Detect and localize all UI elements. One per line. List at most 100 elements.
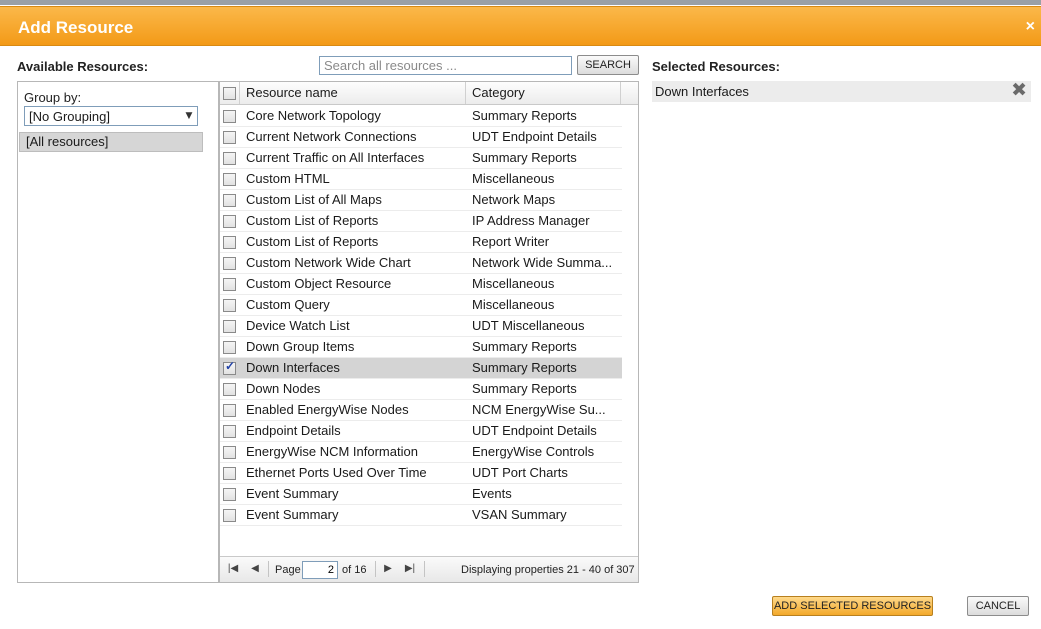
row-checkbox-cell: [223, 211, 240, 232]
pager-divider: [268, 561, 269, 577]
page-count: of 16: [342, 564, 367, 576]
add-selected-resources-button[interactable]: ADD SELECTED RESOURCES: [772, 596, 933, 616]
row-checkbox[interactable]: [223, 360, 236, 376]
row-checkbox[interactable]: [223, 383, 236, 397]
table-row[interactable]: Custom List of All Maps Network Maps: [220, 190, 622, 211]
remove-icon[interactable]: ✖: [1011, 79, 1027, 101]
row-checkbox[interactable]: [223, 236, 236, 250]
row-checkbox[interactable]: [223, 341, 236, 355]
resource-name-cell: Custom List of Reports: [246, 213, 379, 228]
table-row[interactable]: Device Watch List UDT Miscellaneous: [220, 316, 622, 337]
category-cell: VSAN Summary: [472, 507, 567, 522]
resource-name-cell: Custom Query: [246, 297, 330, 312]
select-all-checkbox[interactable]: [223, 87, 236, 101]
row-checkbox[interactable]: [223, 173, 236, 187]
row-checkbox[interactable]: [223, 446, 236, 460]
close-icon[interactable]: ×: [1026, 18, 1035, 36]
group-item-all-resources[interactable]: [All resources]: [19, 132, 203, 152]
table-row[interactable]: EnergyWise NCM Information EnergyWise Con…: [220, 442, 622, 463]
prev-page-icon[interactable]: ◀: [248, 562, 262, 576]
row-checkbox[interactable]: [223, 152, 236, 166]
table-row[interactable]: Custom List of Reports IP Address Manager: [220, 211, 622, 232]
row-checkbox[interactable]: [223, 299, 236, 313]
table-row[interactable]: Custom Network Wide Chart Network Wide Su…: [220, 253, 622, 274]
row-checkbox-cell: [223, 379, 240, 400]
pager-divider: [424, 561, 425, 577]
row-checkbox[interactable]: [223, 131, 236, 145]
table-row[interactable]: Custom Query Miscellaneous: [220, 295, 622, 316]
row-checkbox[interactable]: [223, 467, 236, 481]
cancel-button[interactable]: CANCEL: [967, 596, 1029, 616]
row-checkbox[interactable]: [223, 215, 236, 229]
category-cell: EnergyWise Controls: [472, 444, 595, 459]
row-checkbox[interactable]: [223, 278, 236, 292]
last-page-icon[interactable]: ▶|: [403, 562, 417, 576]
row-checkbox-cell: [223, 337, 240, 358]
row-checkbox-cell: [223, 274, 240, 295]
search-input[interactable]: [319, 56, 572, 75]
table-row[interactable]: Endpoint Details UDT Endpoint Details: [220, 421, 622, 442]
category-cell: Network Maps: [472, 192, 556, 207]
row-checkbox[interactable]: [223, 404, 236, 418]
group-by-label: Group by:: [24, 90, 82, 105]
row-checkbox[interactable]: [223, 320, 236, 334]
row-checkbox-cell: [223, 484, 240, 505]
table-row[interactable]: Down Group Items Summary Reports: [220, 337, 622, 358]
resource-grid: Resource name Category Core Network Topo…: [219, 81, 639, 583]
column-header-resource-name[interactable]: Resource name: [240, 82, 466, 104]
resource-name-cell: Event Summary: [246, 507, 339, 522]
table-row[interactable]: Event Summary VSAN Summary: [220, 505, 622, 526]
row-checkbox-cell: [223, 316, 240, 337]
row-checkbox-cell: [223, 106, 240, 127]
table-row[interactable]: Custom Object Resource Miscellaneous: [220, 274, 622, 295]
category-cell: Network Wide Summa...: [472, 255, 613, 270]
table-row[interactable]: Event Summary Events: [220, 484, 622, 505]
row-checkbox-cell: [223, 463, 240, 484]
category-cell: Events: [472, 486, 512, 501]
row-checkbox[interactable]: [223, 257, 236, 271]
selected-resources-heading: Selected Resources:: [652, 59, 780, 74]
category-cell: Summary Reports: [472, 339, 577, 354]
row-checkbox-cell: [223, 169, 240, 190]
category-cell: UDT Miscellaneous: [472, 318, 585, 333]
first-page-icon[interactable]: |◀: [226, 562, 240, 576]
row-checkbox-cell: [223, 148, 240, 169]
table-row[interactable]: Current Traffic on All Interfaces Summary…: [220, 148, 622, 169]
row-checkbox[interactable]: [223, 488, 236, 502]
table-row[interactable]: Custom HTML Miscellaneous: [220, 169, 622, 190]
resource-name-cell: Custom Object Resource: [246, 276, 392, 291]
category-cell: Summary Reports: [472, 150, 577, 165]
table-row[interactable]: Ethernet Ports Used Over Time UDT Port Ch…: [220, 463, 622, 484]
resource-name-cell: EnergyWise NCM Information: [246, 444, 418, 459]
row-checkbox[interactable]: [223, 509, 236, 523]
row-checkbox[interactable]: [223, 194, 236, 208]
group-by-select[interactable]: [No Grouping] ▼: [24, 106, 198, 126]
available-resources-heading: Available Resources:: [17, 59, 149, 74]
resource-name-cell: Custom List of Reports: [246, 234, 379, 249]
category-cell: UDT Endpoint Details: [472, 129, 597, 144]
page-number-input[interactable]: [302, 561, 338, 579]
table-row[interactable]: Down Nodes Summary Reports: [220, 379, 622, 400]
row-checkbox[interactable]: [223, 110, 236, 124]
row-checkbox[interactable]: [223, 425, 236, 439]
selected-item-label: Down Interfaces: [655, 84, 749, 99]
table-row[interactable]: Current Network Connections UDT Endpoint …: [220, 127, 622, 148]
dialog-title: Add Resource: [18, 18, 134, 37]
table-row[interactable]: Enabled EnergyWise Nodes NCM EnergyWise S…: [220, 400, 622, 421]
resource-name-cell: Down Group Items: [246, 339, 355, 354]
category-cell: Miscellaneous: [472, 297, 555, 312]
column-header-category[interactable]: Category: [466, 82, 621, 104]
page-label: Page: [275, 564, 301, 576]
paging-summary: Displaying properties 21 - 40 of 307: [461, 564, 635, 576]
pager-divider: [375, 561, 376, 577]
search-button[interactable]: SEARCH: [577, 55, 639, 75]
resource-name-cell: Current Traffic on All Interfaces: [246, 150, 425, 165]
resource-name-cell: Custom HTML: [246, 171, 330, 186]
table-row[interactable]: Core Network Topology Summary Reports: [220, 106, 622, 127]
chevron-down-icon: ▼: [185, 111, 193, 121]
resource-name-cell: Current Network Connections: [246, 129, 417, 144]
table-row[interactable]: Custom List of Reports Report Writer: [220, 232, 622, 253]
next-page-icon[interactable]: ▶: [381, 562, 395, 576]
table-row[interactable]: Down Interfaces Summary Reports: [220, 358, 622, 379]
category-cell: UDT Endpoint Details: [472, 423, 597, 438]
